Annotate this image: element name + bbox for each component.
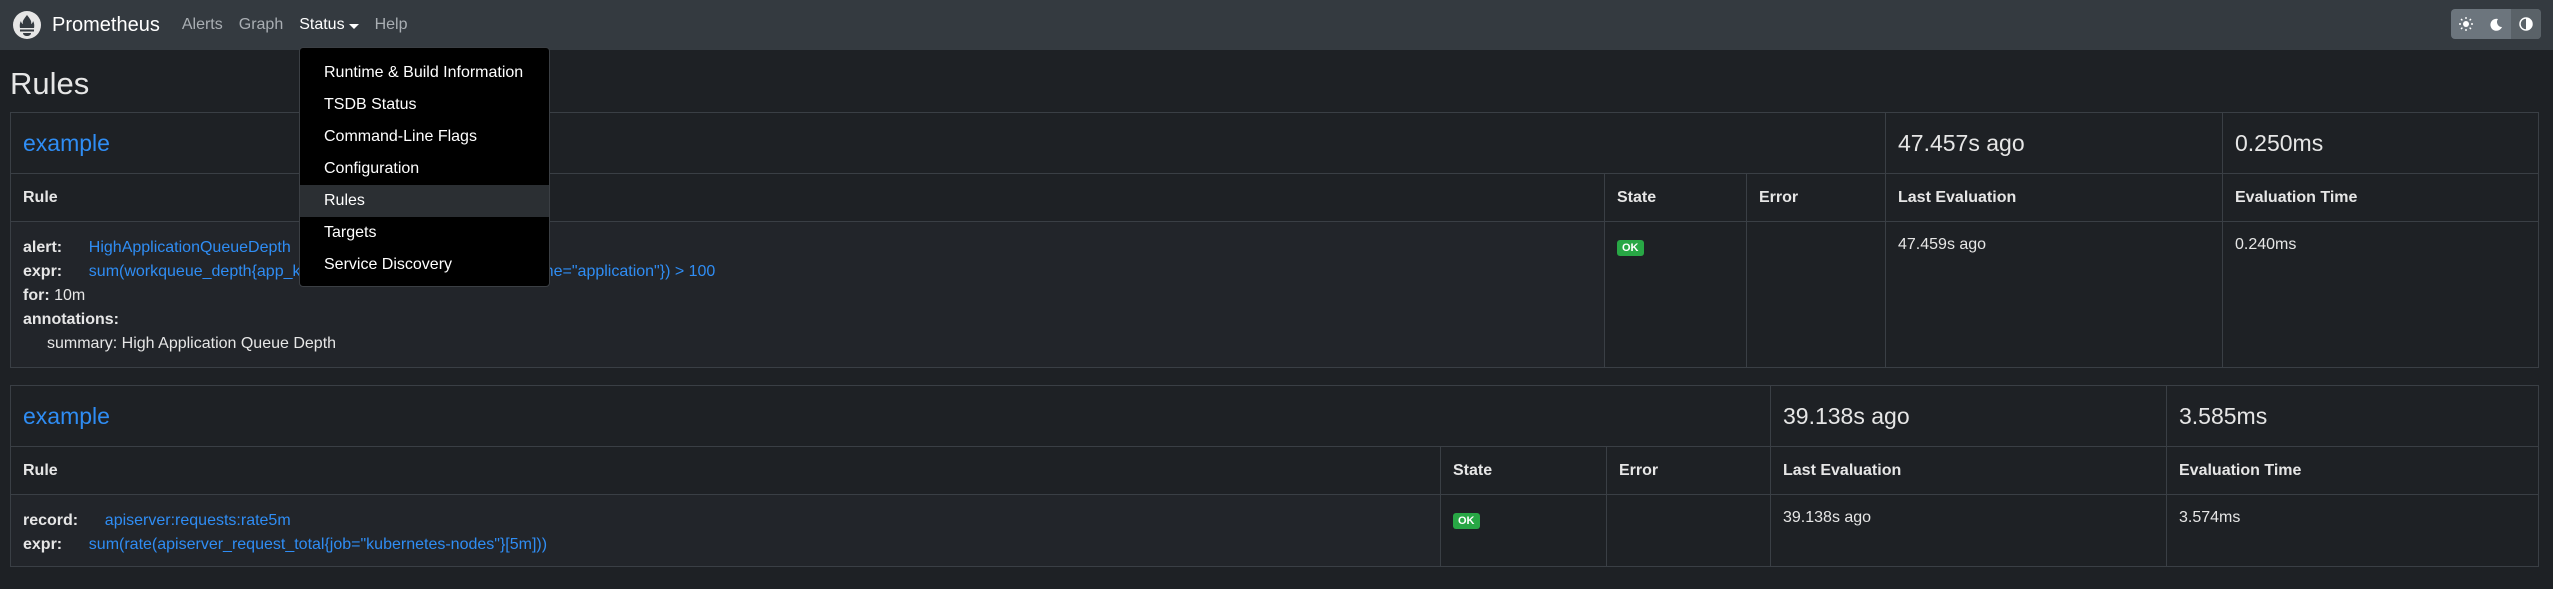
- rule-evaluation-time: 0.240ms: [2222, 221, 2539, 368]
- column-header-rule: Rule: [10, 173, 1605, 222]
- moon-icon[interactable]: [2481, 9, 2511, 39]
- nav-status-dropdown[interactable]: Status: [299, 16, 359, 34]
- rule-state: OK: [1604, 221, 1747, 368]
- expr-text-start: sum(workqueue_depth{app_k: [88, 263, 301, 280]
- alert-name-link[interactable]: HighApplicationQueueDepth: [89, 239, 291, 256]
- column-header-last-evaluation: Last Evaluation: [1885, 173, 2223, 222]
- nav-alerts[interactable]: Alerts: [182, 16, 223, 34]
- expr-label: expr:: [23, 536, 63, 553]
- menu-item-command-line-flags[interactable]: Command-Line Flags: [300, 121, 549, 153]
- for-value: 10m: [54, 287, 86, 304]
- sun-icon[interactable]: [2451, 9, 2481, 39]
- menu-item-targets[interactable]: Targets: [300, 217, 549, 249]
- rule-error: [1746, 221, 1886, 368]
- annotations-label: annotations:: [23, 311, 119, 328]
- group-last-evaluation: 39.138s ago: [1770, 385, 2167, 447]
- group-header-row: example 39.138s ago 3.585ms: [10, 385, 2539, 447]
- nav-help[interactable]: Help: [375, 16, 408, 34]
- prometheus-logo-icon[interactable]: [12, 10, 42, 40]
- column-header-rule: Rule: [10, 446, 1441, 495]
- record-label: record:: [23, 512, 79, 529]
- rule-group-table: example 39.138s ago 3.585ms Rule State E…: [10, 385, 2539, 567]
- for-label: for:: [23, 287, 50, 304]
- nav-status-label: Status: [299, 16, 345, 33]
- rule-evaluation-time: 3.574ms: [2166, 494, 2539, 567]
- column-header-evaluation-time: Evaluation Time: [2166, 446, 2539, 495]
- group-name-link[interactable]: example: [23, 403, 110, 429]
- expr-text-end: name="application"}) > 100: [522, 263, 716, 280]
- status-dropdown-menu: Runtime & Build Information TSDB Status …: [299, 47, 550, 287]
- alert-label: alert:: [23, 239, 63, 256]
- column-header-last-evaluation: Last Evaluation: [1770, 446, 2167, 495]
- theme-toggle-group: [2451, 9, 2541, 39]
- group-name-link[interactable]: example: [23, 130, 110, 156]
- expr-link[interactable]: sum(rate(apiserver_request_total{job="ku…: [89, 536, 547, 553]
- column-header-state: State: [1604, 173, 1747, 222]
- group-last-evaluation: 47.457s ago: [1885, 112, 2223, 174]
- rule-error: [1606, 494, 1771, 567]
- menu-item-runtime-build-info[interactable]: Runtime & Build Information: [300, 57, 549, 89]
- rule-state: OK: [1440, 494, 1607, 567]
- caret-down-icon: [348, 23, 359, 29]
- rule-definition: alert: HighApplicationQueueDepth expr: s…: [10, 221, 1605, 368]
- column-header-error: Error: [1606, 446, 1771, 495]
- menu-item-tsdb-status[interactable]: TSDB Status: [300, 89, 549, 121]
- table-row: record: apiserver:requests:rate5m expr: …: [10, 494, 2539, 567]
- rule-definition: record: apiserver:requests:rate5m expr: …: [10, 494, 1441, 567]
- column-header-state: State: [1440, 446, 1607, 495]
- menu-item-service-discovery[interactable]: Service Discovery: [300, 249, 549, 281]
- status-badge: OK: [1453, 513, 1480, 529]
- column-header-evaluation-time: Evaluation Time: [2222, 173, 2539, 222]
- group-evaluation-time: 3.585ms: [2166, 385, 2539, 447]
- nav-graph[interactable]: Graph: [239, 16, 283, 34]
- column-header-error: Error: [1746, 173, 1886, 222]
- record-name-link[interactable]: apiserver:requests:rate5m: [105, 512, 291, 529]
- brand-title[interactable]: Prometheus: [52, 14, 160, 37]
- rule-last-evaluation: 47.459s ago: [1885, 221, 2223, 368]
- menu-item-configuration[interactable]: Configuration: [300, 153, 549, 185]
- expr-label: expr:: [23, 263, 63, 280]
- menu-item-rules[interactable]: Rules: [300, 185, 549, 217]
- status-badge: OK: [1617, 240, 1644, 256]
- group-evaluation-time: 0.250ms: [2222, 112, 2539, 174]
- table-header-row: Rule State Error Last Evaluation Evaluat…: [10, 446, 2539, 495]
- half-circle-icon[interactable]: [2511, 9, 2541, 39]
- page-title: Rules: [10, 66, 90, 101]
- rule-last-evaluation: 39.138s ago: [1770, 494, 2167, 567]
- annotation-summary: summary: High Application Queue Depth: [47, 335, 337, 352]
- navbar: Prometheus Alerts Graph Status Help: [0, 0, 2553, 50]
